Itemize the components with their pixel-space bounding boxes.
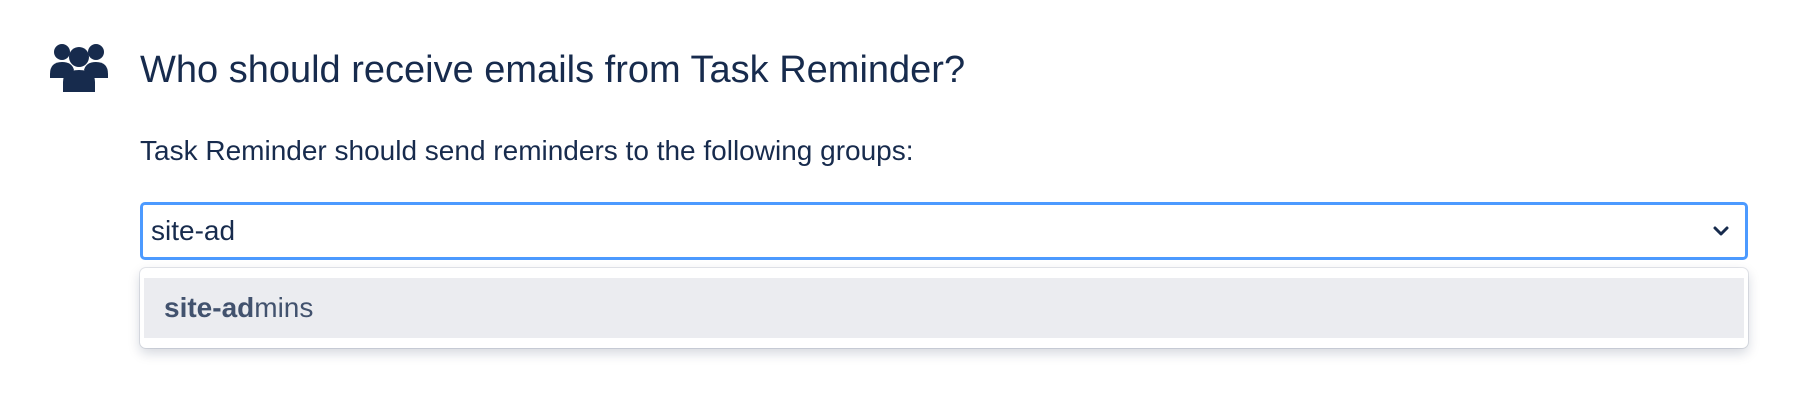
section-title: Who should receive emails from Task Remi…	[140, 49, 966, 91]
group-search-input[interactable]	[151, 205, 1651, 257]
group-option[interactable]: site-admins	[144, 278, 1744, 338]
option-rest-text: mins	[254, 292, 314, 323]
section-description: Task Reminder should send reminders to t…	[140, 135, 914, 166]
option-match-text: site-ad	[164, 292, 255, 323]
group-options-menu: site-admins	[140, 268, 1748, 348]
people-group-icon	[50, 40, 108, 92]
group-select[interactable]	[140, 202, 1748, 260]
chevron-down-icon[interactable]	[1709, 219, 1733, 243]
recipients-section: Who should receive emails from Task Remi…	[0, 0, 1812, 412]
